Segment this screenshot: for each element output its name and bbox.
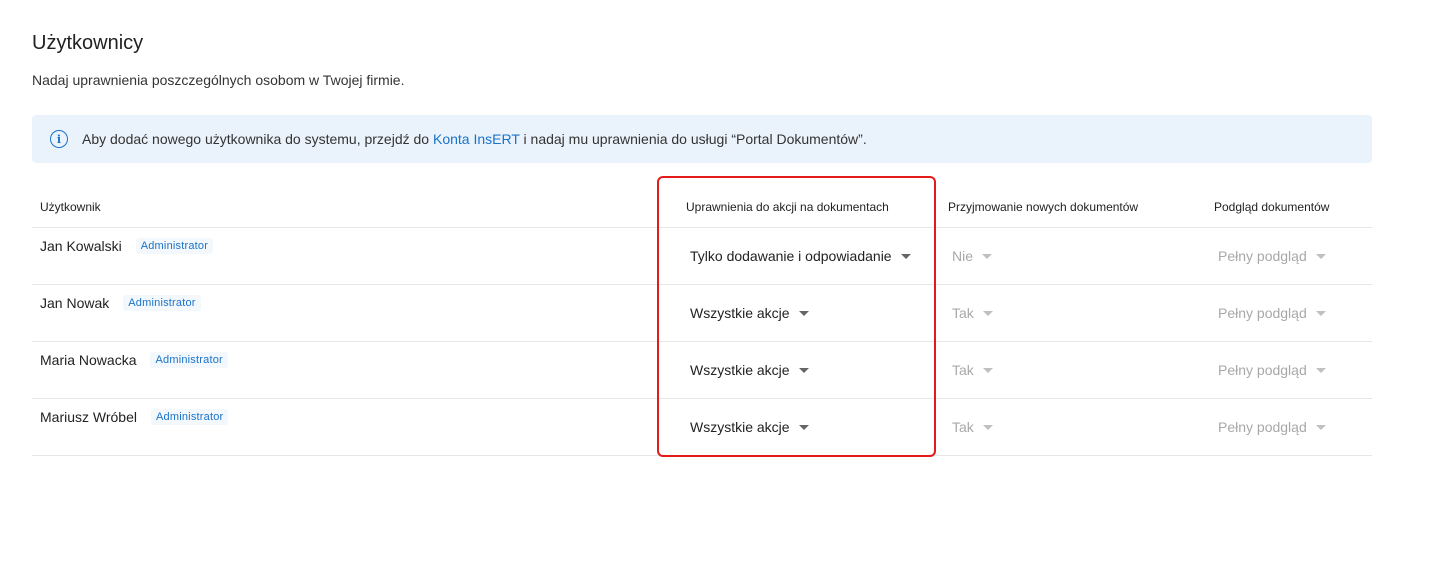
select-value: Pełny podgląd	[1218, 305, 1307, 321]
table-row: Mariusz Wróbel Administrator Wszystkie a…	[32, 399, 1372, 456]
chevron-down-icon	[1315, 367, 1326, 373]
actions-permission-select[interactable]: Wszystkie akcje	[690, 419, 809, 435]
table-header: Użytkownik Uprawnienia do akcji na dokum…	[32, 188, 1372, 228]
select-value: Pełny podgląd	[1218, 362, 1307, 378]
user-cell: Mariusz Wróbel Administrator	[40, 409, 229, 425]
user-cell: Jan Nowak Administrator	[40, 295, 201, 311]
select-value: Wszystkie akcje	[690, 419, 790, 435]
preview-documents-select: Pełny podgląd	[1218, 362, 1326, 378]
select-value: Tak	[952, 305, 974, 321]
preview-documents-select: Pełny podgląd	[1218, 419, 1326, 435]
actions-permission-select[interactable]: Tylko dodawanie i odpowiadanie	[690, 248, 911, 264]
header-document-preview: Podgląd dokumentów	[1214, 200, 1330, 214]
chevron-down-icon	[900, 253, 911, 259]
header-document-actions: Uprawnienia do akcji na dokumentach	[686, 200, 889, 214]
chevron-down-icon	[982, 424, 993, 430]
info-text-after: i nadaj mu uprawnienia do usługi “Portal…	[519, 131, 867, 147]
table-row: Jan Kowalski Administrator Tylko dodawan…	[32, 228, 1372, 285]
select-value: Wszystkie akcje	[690, 305, 790, 321]
user-cell: Maria Nowacka Administrator	[40, 352, 228, 368]
info-icon: i	[50, 130, 68, 148]
role-badge: Administrator	[123, 295, 201, 311]
user-cell: Jan Kowalski Administrator	[40, 238, 214, 254]
select-value: Tylko dodawanie i odpowiadanie	[690, 248, 892, 264]
page-subtitle: Nadaj uprawnienia poszczególnych osobom …	[32, 72, 405, 88]
chevron-down-icon	[1315, 424, 1326, 430]
actions-permission-select[interactable]: Wszystkie akcje	[690, 305, 809, 321]
role-badge: Administrator	[150, 352, 228, 368]
accept-documents-select: Tak	[952, 419, 993, 435]
info-text-before: Aby dodać nowego użytkownika do systemu,…	[82, 131, 433, 147]
user-name: Jan Nowak	[40, 295, 110, 311]
preview-documents-select: Pełny podgląd	[1218, 248, 1326, 264]
table-row: Jan Nowak Administrator Wszystkie akcje …	[32, 285, 1372, 342]
select-value: Tak	[952, 419, 974, 435]
select-value: Tak	[952, 362, 974, 378]
user-name: Maria Nowacka	[40, 352, 137, 368]
chevron-down-icon	[798, 310, 809, 316]
accept-documents-select: Tak	[952, 305, 993, 321]
table-row: Maria Nowacka Administrator Wszystkie ak…	[32, 342, 1372, 399]
actions-permission-select[interactable]: Wszystkie akcje	[690, 362, 809, 378]
accept-documents-select: Nie	[952, 248, 993, 264]
chevron-down-icon	[982, 253, 993, 259]
info-text: Aby dodać nowego użytkownika do systemu,…	[82, 131, 867, 147]
role-badge: Administrator	[135, 238, 214, 254]
role-badge: Administrator	[151, 409, 229, 425]
chevron-down-icon	[982, 367, 993, 373]
accept-documents-select: Tak	[952, 362, 993, 378]
user-name: Jan Kowalski	[40, 238, 122, 254]
konta-insert-link[interactable]: Konta InsERT	[433, 131, 520, 147]
select-value: Pełny podgląd	[1218, 419, 1307, 435]
select-value: Wszystkie akcje	[690, 362, 790, 378]
preview-documents-select: Pełny podgląd	[1218, 305, 1326, 321]
select-value: Pełny podgląd	[1218, 248, 1307, 264]
chevron-down-icon	[982, 310, 993, 316]
info-banner: i Aby dodać nowego użytkownika do system…	[32, 115, 1372, 163]
header-user: Użytkownik	[40, 200, 101, 214]
users-table: Użytkownik Uprawnienia do akcji na dokum…	[32, 188, 1372, 456]
header-accept-documents: Przyjmowanie nowych dokumentów	[948, 200, 1139, 214]
chevron-down-icon	[798, 367, 809, 373]
chevron-down-icon	[1315, 310, 1326, 316]
chevron-down-icon	[798, 424, 809, 430]
user-name: Mariusz Wróbel	[40, 409, 137, 425]
select-value: Nie	[952, 248, 974, 264]
chevron-down-icon	[1315, 253, 1326, 259]
page-title: Użytkownicy	[32, 32, 144, 54]
